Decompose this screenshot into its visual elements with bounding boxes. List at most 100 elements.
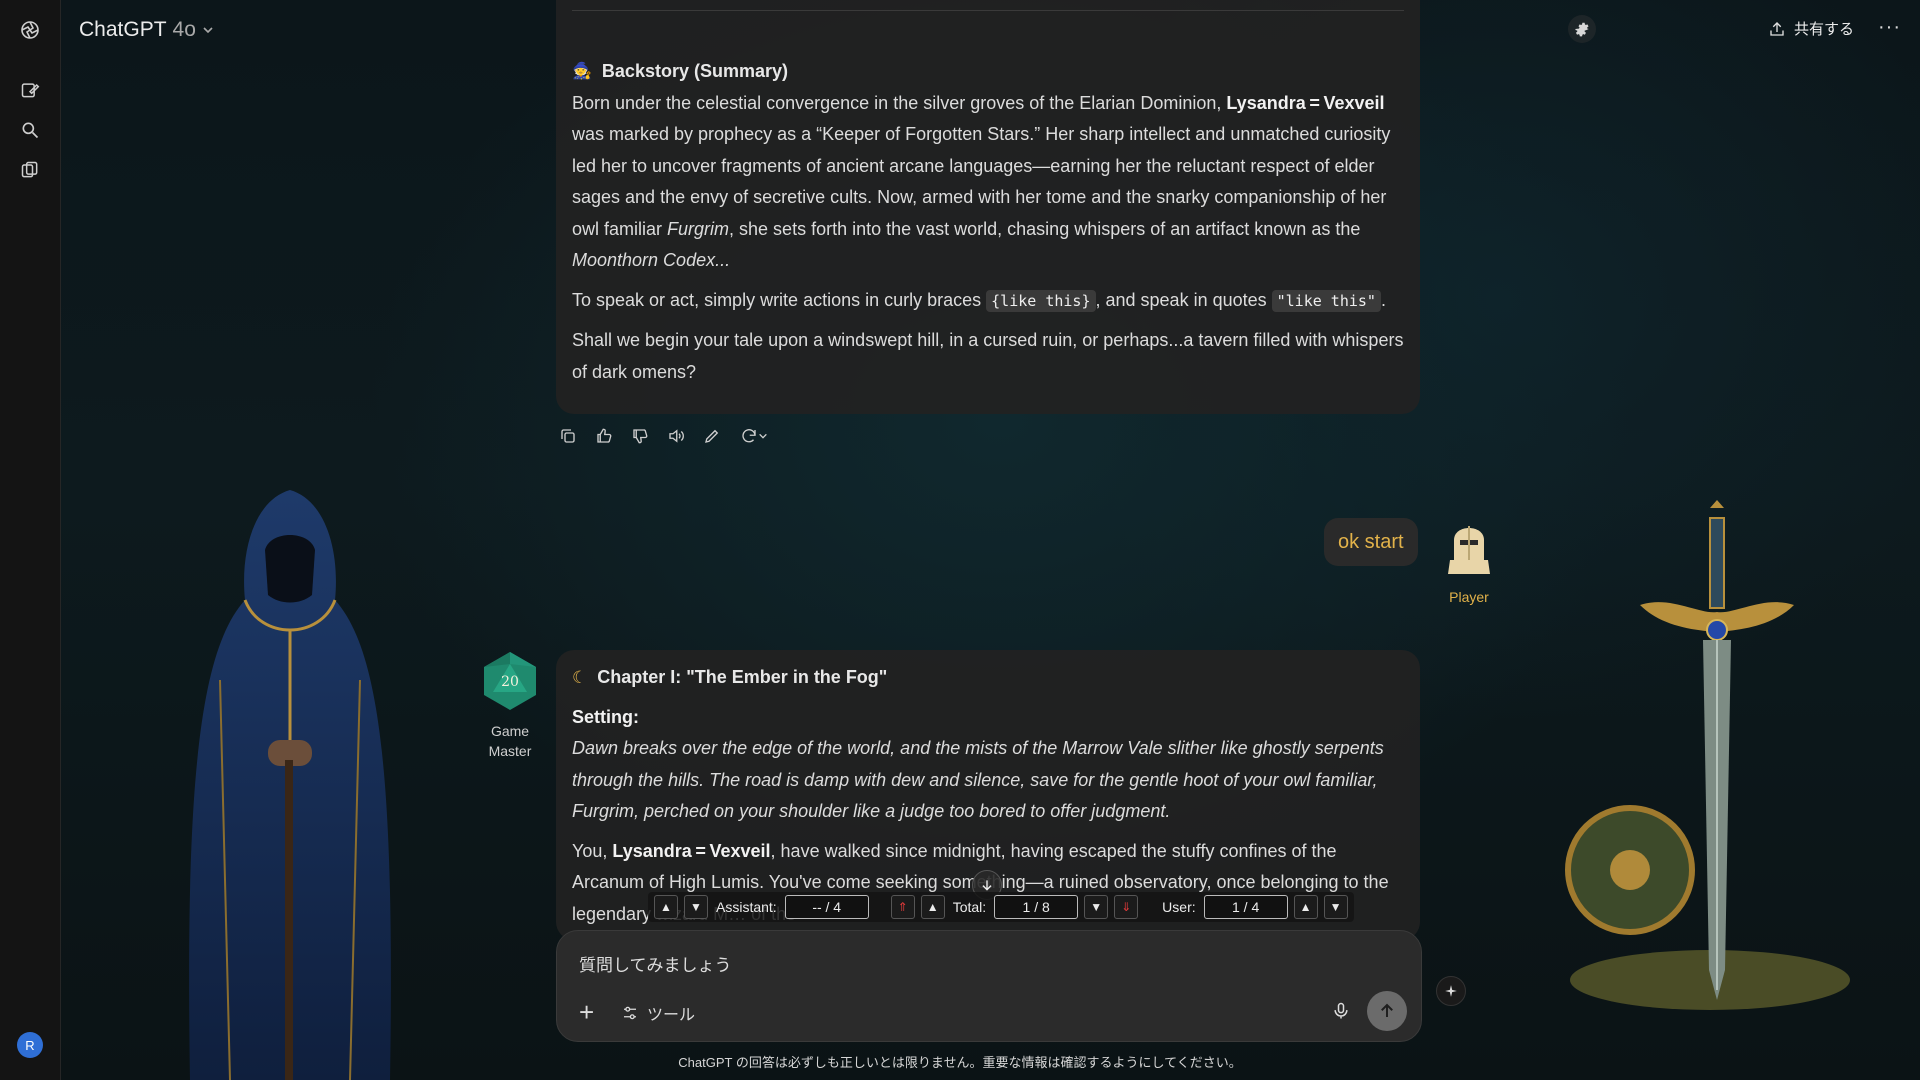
- message-composer[interactable]: 質問してみましょう + ツール: [556, 930, 1422, 1042]
- thumbs-up-icon: [597, 428, 612, 443]
- crescent-moon-icon: ☾: [572, 668, 588, 687]
- speaker-icon: [669, 429, 684, 443]
- user-counter[interactable]: 1 / 4: [1203, 895, 1288, 919]
- player-avatar: Player: [1436, 516, 1502, 605]
- user-message-text: ok start: [1338, 530, 1404, 553]
- thumbs-down-icon: [633, 429, 648, 444]
- user-label: User:: [1162, 899, 1196, 915]
- settings-gear-button[interactable]: [1568, 15, 1596, 43]
- refresh-icon: [742, 429, 756, 443]
- owl-name: Furgrim: [667, 218, 730, 239]
- edit-canvas-button[interactable]: [700, 424, 724, 448]
- code-curly-braces: {like this}: [986, 289, 1096, 312]
- backstory-text-c: , she sets forth into the vast world, ch…: [729, 218, 1361, 239]
- player-label: Player: [1449, 589, 1489, 605]
- codex-name: Moonthorn Codex: [572, 250, 716, 270]
- library-icon[interactable]: [18, 158, 42, 182]
- gear-icon: [1575, 22, 1589, 37]
- copy-button[interactable]: [556, 424, 580, 448]
- mage-emoji-icon: 🧙: [572, 63, 592, 80]
- setting-label-text: Setting:: [572, 706, 639, 727]
- model-selector[interactable]: ChatGPT 4o: [79, 18, 214, 42]
- thumbs-down-button[interactable]: [628, 424, 652, 448]
- read-aloud-button[interactable]: [664, 424, 688, 448]
- instructions-text-b: , and speak in quotes: [1095, 289, 1272, 310]
- search-icon[interactable]: [18, 118, 42, 142]
- assistant-message-backstory: 🧙 Backstory (Summary) Born under the cel…: [556, 0, 1420, 414]
- backstory-heading: 🧙 Backstory (Summary): [572, 56, 1404, 88]
- sword-shield-illustration: [1565, 500, 1850, 1010]
- assistant-prev-button[interactable]: ▲: [654, 895, 678, 919]
- instructions-paragraph: To speak or act, simply write actions in…: [572, 285, 1404, 318]
- setting-paragraph: Dawn breaks over the edge of the world, …: [572, 738, 1384, 821]
- helmet-icon: [1448, 526, 1490, 574]
- total-label: Total:: [952, 899, 987, 915]
- setting-label: Setting:: [572, 702, 1404, 734]
- user-message-bubble: ok start: [1324, 518, 1418, 566]
- gm-label-line2: Master: [488, 743, 532, 759]
- thumbs-up-button[interactable]: [592, 424, 616, 448]
- jump-to-bottom-button[interactable]: ⇓: [1114, 895, 1139, 919]
- instructions-text-c: .: [1380, 289, 1386, 310]
- backstory-heading-text: Backstory (Summary): [601, 61, 788, 81]
- app-name: ChatGPT: [79, 18, 167, 41]
- composer-placeholder[interactable]: 質問してみましょう: [579, 951, 732, 976]
- total-next-button[interactable]: ▼: [1084, 895, 1109, 919]
- instructions-text-a: To speak or act, simply write actions in…: [572, 289, 987, 310]
- new-chat-icon[interactable]: [18, 78, 42, 102]
- gm-label-line1: Game: [490, 723, 530, 739]
- user-next-button[interactable]: ▼: [1323, 895, 1348, 919]
- more-options-button[interactable]: ···: [1878, 16, 1901, 39]
- arrow-up-icon: [1381, 1003, 1393, 1017]
- game-master-avatar: 20 Game Master: [478, 650, 542, 761]
- copy-icon: [561, 429, 575, 443]
- game-master-label: Game Master: [478, 721, 542, 761]
- chevron-down-icon: [759, 433, 767, 439]
- chapter-heading-text: Chapter I: "The Ember in the Fog": [597, 667, 888, 687]
- sparkle-button[interactable]: [1436, 976, 1466, 1006]
- message-action-bar: [556, 424, 772, 448]
- message-navigator: ▲ ▼ Assistant: -- / 4 ⇑ ▲ Total: 1 / 8 ▼…: [648, 892, 1354, 922]
- backstory-text-a: Born under the celestial convergence in …: [572, 92, 1227, 113]
- send-button[interactable]: [1367, 991, 1407, 1031]
- sparkle-icon: [1445, 985, 1457, 997]
- model-version: 4o: [172, 18, 196, 41]
- microphone-icon: [1334, 1002, 1348, 1019]
- total-counter[interactable]: 1 / 8: [994, 895, 1079, 919]
- sliders-icon: [624, 1006, 636, 1020]
- die-value: 20: [501, 674, 519, 690]
- assistant-counter[interactable]: -- / 4: [784, 895, 869, 919]
- arrow-down-icon: [982, 880, 992, 891]
- chevron-down-icon: [203, 27, 213, 34]
- tools-button[interactable]: ツール: [621, 1001, 695, 1025]
- regenerate-button[interactable]: [736, 424, 772, 448]
- share-button[interactable]: 共有する: [1768, 18, 1854, 39]
- sidebar-rail: R: [0, 0, 61, 1080]
- code-quotes: "like this": [1271, 289, 1381, 312]
- chapter-heading: ☾ Chapter I: "The Ember in the Fog": [572, 662, 1404, 694]
- divider: [572, 10, 1404, 11]
- avatar-initial: R: [25, 1037, 35, 1053]
- backstory-ellipsis: ...: [715, 250, 731, 270]
- user-prev-button[interactable]: ▲: [1293, 895, 1318, 919]
- d20-die-icon: 20: [484, 652, 536, 710]
- add-attachment-button[interactable]: +: [579, 999, 594, 1025]
- total-prev-button[interactable]: ▲: [920, 895, 945, 919]
- question-paragraph: Shall we begin your tale upon a windswep…: [572, 330, 1404, 382]
- assistant-label: Assistant:: [716, 899, 777, 915]
- backstory-paragraph: Born under the celestial convergence in …: [572, 88, 1404, 277]
- share-upload-icon: [1770, 21, 1784, 36]
- story-text-a: You,: [572, 840, 613, 861]
- tools-label: ツール: [647, 1007, 696, 1024]
- microphone-button[interactable]: [1331, 1001, 1351, 1026]
- jump-to-top-button[interactable]: ⇑: [890, 895, 915, 919]
- assistant-next-button[interactable]: ▼: [684, 895, 708, 919]
- pencil-icon: [705, 429, 719, 443]
- character-name-2: Lysandra = Vexveil: [612, 840, 771, 861]
- hooded-mage-illustration: [189, 490, 391, 1080]
- disclaimer-text: ChatGPT の回答は必ずしも正しいとは限りません。重要な情報は確認するように…: [678, 1055, 1242, 1070]
- openai-logo-icon[interactable]: [18, 18, 42, 42]
- share-label: 共有する: [1794, 21, 1855, 38]
- more-label: ···: [1878, 16, 1901, 38]
- character-name: Lysandra = Vexveil: [1226, 92, 1385, 113]
